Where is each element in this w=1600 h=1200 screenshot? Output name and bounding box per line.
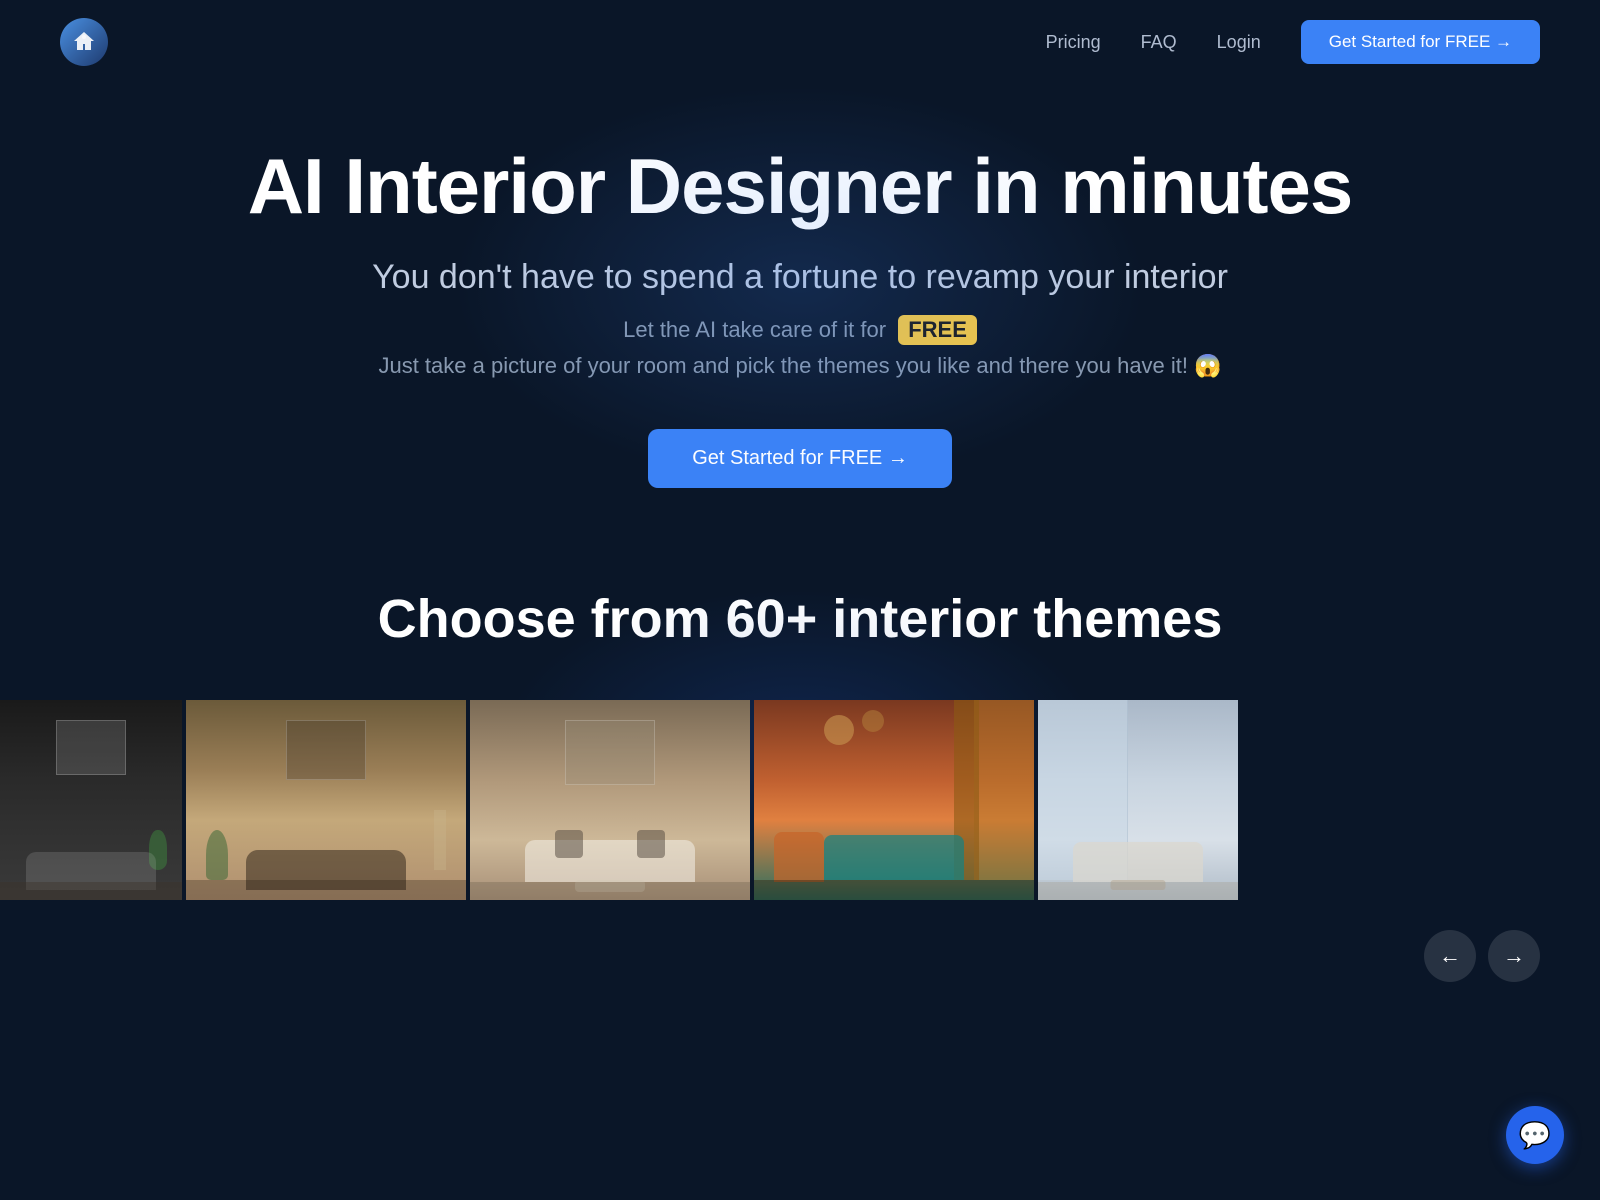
theme-card-midcentury[interactable]: Mid-Century <box>754 700 1034 900</box>
wall-decor2 <box>862 710 884 732</box>
logo[interactable] <box>60 18 108 66</box>
themes-title: Choose from 60+ interior themes <box>0 588 1600 650</box>
sofa-minimalist <box>525 840 695 882</box>
chair-midcentury <box>774 832 824 882</box>
nav-link-pricing[interactable]: Pricing <box>1046 32 1101 53</box>
floor-minimalist <box>470 882 750 900</box>
decor-plant2 <box>206 830 228 880</box>
themes-carousel: Modern Contemporary <box>0 700 1600 982</box>
logo-icon <box>60 18 108 66</box>
sofa-scandinavian <box>1073 842 1203 882</box>
theme-card-minimalist[interactable]: Minimalist <box>470 700 750 900</box>
theme-card-modern[interactable]: Modern <box>0 700 182 900</box>
hero-sub2-prefix: Let the AI take care of it for <box>623 317 886 342</box>
nav-link-login[interactable]: Login <box>1217 32 1261 53</box>
floor-midcentury <box>754 880 1034 900</box>
carousel-track: Modern Contemporary <box>0 700 1600 900</box>
floor-contemporary <box>186 880 466 900</box>
hero-subtitle-3: Just take a picture of your room and pic… <box>20 353 1580 379</box>
decor-lamp <box>434 810 446 870</box>
wall-art-modern <box>56 720 126 775</box>
nav-links: Pricing FAQ Login Get Started for FREE → <box>1046 20 1540 64</box>
room-image-modern <box>0 700 182 900</box>
room-image-scandinavian <box>1038 700 1238 900</box>
wall-art-minimalist <box>565 720 655 785</box>
floor-scandinavian <box>1038 882 1238 900</box>
carousel-navigation: ← → <box>0 900 1600 982</box>
hero-subtitle-2: Let the AI take care of it for FREE <box>20 315 1580 345</box>
hero-section: AI Interior Designer in minutes You don'… <box>0 84 1600 528</box>
cushion2 <box>637 830 665 858</box>
nav-cta-button[interactable]: Get Started for FREE → <box>1301 20 1540 64</box>
floor-modern <box>0 882 182 900</box>
hero-free-badge: FREE <box>898 315 977 345</box>
sofa-midcentury <box>824 835 964 880</box>
theme-card-scandinavian[interactable]: Scandinavian <box>1038 700 1238 900</box>
hero-subtitle-1: You don't have to spend a fortune to rev… <box>20 258 1580 297</box>
wall-decor1 <box>824 715 854 745</box>
wall-art-contemporary <box>286 720 366 780</box>
nav-link-faq[interactable]: FAQ <box>1141 32 1177 53</box>
window-midcentury <box>974 700 1034 880</box>
hero-title: AI Interior Designer in minutes <box>20 144 1580 230</box>
room-image-minimalist <box>470 700 750 900</box>
carousel-next-button[interactable]: → <box>1488 930 1540 982</box>
theme-card-contemporary[interactable]: Contemporary <box>186 700 466 900</box>
cushion1 <box>555 830 583 858</box>
room-image-contemporary <box>186 700 466 900</box>
chat-bubble-button[interactable]: 💬 <box>1506 1106 1564 1164</box>
carousel-prev-button[interactable]: ← <box>1424 930 1476 982</box>
room-image-midcentury <box>754 700 1034 900</box>
themes-section: Choose from 60+ interior themes Modern <box>0 588 1600 982</box>
hero-cta-button[interactable]: Get Started for FREE → <box>648 429 952 488</box>
navbar: Pricing FAQ Login Get Started for FREE → <box>0 0 1600 84</box>
